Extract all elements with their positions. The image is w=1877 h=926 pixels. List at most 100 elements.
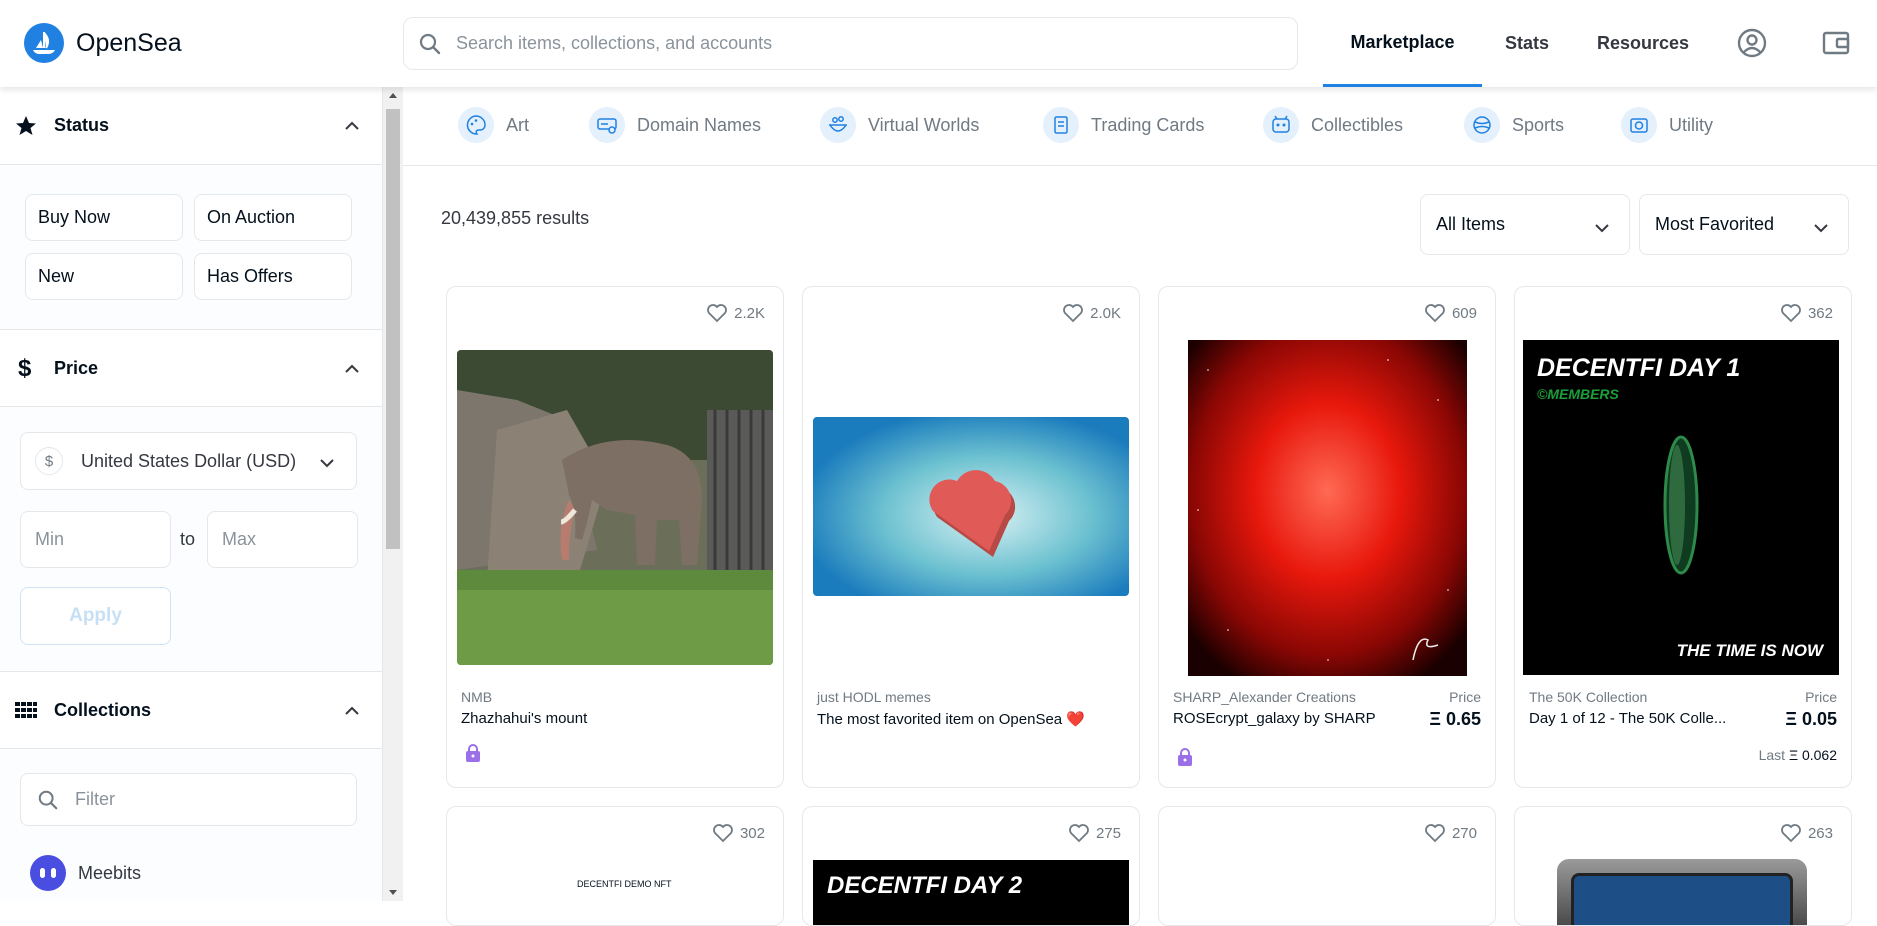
category-utility[interactable]: Utility [1621,107,1713,143]
filter-sidebar: Status Buy Now On Auction New Has Offers… [0,87,383,901]
status-buy-now-button[interactable]: Buy Now [25,194,183,241]
nft-image-elephant[interactable] [457,350,773,665]
wallet-button[interactable] [1819,26,1853,60]
domain-tag-icon [589,107,625,143]
category-label: Art [506,114,530,135]
card-item-name[interactable]: Day 1 of 12 - The 50K Colle... [1529,710,1769,727]
nft-card[interactable]: 263 [1514,806,1852,926]
favorite-count[interactable]: 609 [1424,303,1477,323]
category-label: Utility [1669,114,1713,135]
collection-item-meebits[interactable]: Meebits [30,855,141,891]
account-button[interactable] [1735,26,1769,60]
category-domain-names[interactable]: Domain Names [589,107,761,143]
chevron-down-icon [1595,224,1609,233]
status-section-header[interactable]: Status [0,87,382,165]
nav-stats[interactable]: Stats [1505,0,1549,87]
item-filter-dropdown[interactable]: All Items [1420,194,1630,255]
nft-card[interactable]: 362 DECENTFI DAY 1 ©MEMBERS THE TIME IS … [1514,286,1852,788]
sort-dropdown[interactable]: Most Favorited [1639,194,1849,255]
collection-filter[interactable] [20,773,357,826]
category-virtual-worlds[interactable]: Virtual Worlds [820,107,979,143]
nft-image-decentfi-day1[interactable]: DECENTFI DAY 1 ©MEMBERS THE TIME IS NOW [1523,340,1839,675]
favorite-count-value: 2.2K [734,304,765,322]
collectible-icon [1263,107,1299,143]
collection-filter-input[interactable] [75,789,325,810]
category-art[interactable]: Art [458,107,529,143]
status-on-auction-button[interactable]: On Auction [194,194,352,241]
price-section-header[interactable]: $ Price [0,329,382,407]
favorite-count-value: 609 [1451,304,1477,322]
search-bar[interactable] [403,17,1298,70]
nft-card[interactable]: 302 DECENTFI DEMO NFT [446,806,784,926]
star-icon [16,115,36,135]
nft-image-tv[interactable] [1557,859,1807,925]
status-has-offers-button[interactable]: Has Offers [194,253,352,300]
status-new-button[interactable]: New [25,253,183,300]
card-item-name[interactable]: ROSEcrypt_galaxy by SHARP [1173,710,1413,727]
scroll-down-arrow-icon[interactable] [388,889,398,897]
favorite-count[interactable]: 2.0K [1062,303,1121,323]
chevron-up-icon[interactable] [343,702,361,720]
sidebar-scrollbar[interactable] [383,87,403,901]
favorite-count[interactable]: 270 [1424,823,1477,843]
virtual-world-icon [820,107,856,143]
heart-icon [707,304,728,323]
category-label: Collectibles [1311,114,1404,135]
buy-now-label: Buy Now [38,207,111,227]
heart-icon [1781,824,1801,843]
currency-select[interactable]: $ United States Dollar (USD) [20,432,357,490]
collections-section-header[interactable]: Collections [0,671,382,749]
category-trading-cards[interactable]: Trading Cards [1043,107,1204,143]
card-collection-name[interactable]: SHARP_Alexander Creations [1173,689,1356,705]
nav-marketplace[interactable]: Marketplace [1323,0,1482,87]
category-collectibles[interactable]: Collectibles [1263,107,1403,143]
account-icon [1737,28,1767,58]
nft-image-galaxy[interactable] [1188,340,1467,676]
scrollbar-thumb[interactable] [386,109,400,549]
chevron-up-icon[interactable] [343,117,361,135]
card-collection-name[interactable]: The 50K Collection [1529,689,1647,705]
top-bar: OpenSea Marketplace Stats Resources [0,0,1877,87]
nft-card[interactable]: 275 DECENTFI DAY 2 [802,806,1140,926]
favorite-count[interactable]: 362 [1780,303,1833,323]
chevron-up-icon[interactable] [343,360,361,378]
category-label: Sports [1512,114,1565,135]
nft-image-decentfi-day2[interactable]: DECENTFI DAY 2 [813,860,1129,925]
nft-card[interactable]: 609 SHARP_Alexander Creations ROSEcrypt_… [1158,286,1496,788]
search-input[interactable] [456,33,1256,54]
nft-card[interactable]: 270 [1158,806,1496,926]
nft-card[interactable]: 2.2K NMB Zhazhahui's mount [446,286,784,788]
meebits-avatar [30,855,66,891]
card-item-name[interactable]: The most favorited item on OpenSea ❤️ [817,710,1117,728]
card-collection-name[interactable]: just HODL memes [817,689,931,705]
logo-text: OpenSea [76,28,182,57]
currency-dollar-icon: $ [35,447,63,475]
coin-icon [1663,435,1699,575]
lock-icon [466,744,480,762]
heart-icon [1425,304,1445,323]
favorite-count-value: 2.0K [1090,304,1121,322]
category-sports[interactable]: Sports [1464,107,1564,143]
heart-icon [713,824,733,843]
card-item-name[interactable]: Zhazhahui's mount [461,710,701,727]
apply-price-button[interactable]: Apply [20,587,171,645]
favorite-count[interactable]: 263 [1780,823,1833,843]
on-auction-label: On Auction [207,207,296,227]
svg-text:$: $ [18,355,32,382]
scroll-up-arrow-icon[interactable] [388,91,398,99]
opensea-logo[interactable]: OpenSea [24,23,182,63]
favorite-count[interactable]: 2.2K [706,303,765,323]
price-min-input[interactable] [20,511,171,568]
status-title: Status [54,115,110,135]
heart-icon [1781,304,1801,323]
nft-card[interactable]: 2.0K just HODL memes The most favorited … [802,286,1140,788]
nav-resources[interactable]: Resources [1597,0,1689,87]
has-offers-label: Has Offers [207,266,293,286]
card-price-value: Ξ 0.05 [1785,709,1837,729]
favorite-count[interactable]: 275 [1068,823,1121,843]
nft-image-heart[interactable] [813,417,1129,596]
price-max-input[interactable] [207,511,358,568]
favorite-count[interactable]: 302 [712,823,765,843]
card-collection-name[interactable]: NMB [461,689,492,705]
collections-title: Collections [54,699,152,720]
